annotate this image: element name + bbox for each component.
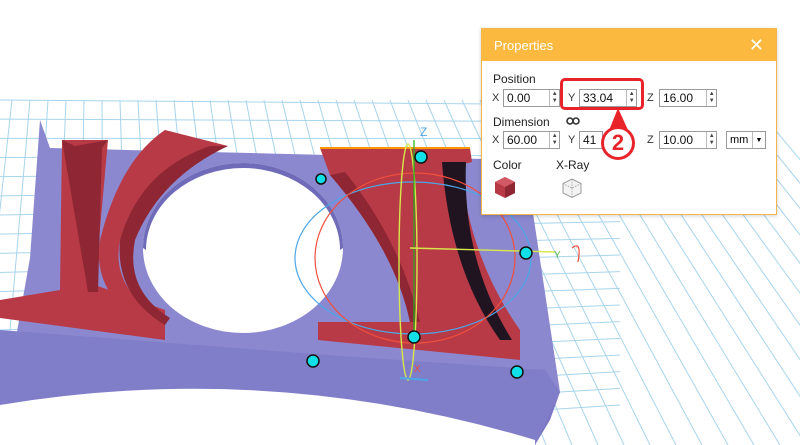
gizmo-y-label: Y xyxy=(554,250,561,261)
position-z-field[interactable]: ▲▼ xyxy=(659,89,717,107)
dimension-z-stepper[interactable]: ▲ ▼ xyxy=(706,132,716,148)
dimension-x-input[interactable] xyxy=(504,132,550,148)
dimension-x-stepper[interactable]: ▲ ▼ xyxy=(549,132,559,148)
gizmo-z-label: Z xyxy=(420,125,427,139)
link-icon[interactable] xyxy=(566,116,580,126)
position-z-stepper[interactable]: ▲ ▼ xyxy=(706,90,716,106)
position-z-input[interactable] xyxy=(660,90,707,106)
xray-label: X-Ray xyxy=(556,158,590,172)
dimension-x-label: X xyxy=(492,134,500,146)
dimension-x-field[interactable]: ▲▼ xyxy=(503,131,560,149)
dimension-z-label: Z xyxy=(647,134,654,146)
dimension-y-field[interactable] xyxy=(579,131,603,149)
dimension-y-input[interactable] xyxy=(580,132,602,148)
close-icon[interactable]: ✕ xyxy=(749,36,764,54)
handle-center xyxy=(407,330,421,344)
position-z-label: Z xyxy=(647,92,654,104)
unit-select[interactable]: mm ▼ xyxy=(726,131,766,149)
position-x-field[interactable]: ▲▼ xyxy=(503,89,560,107)
properties-title: Properties xyxy=(494,37,554,53)
chevron-down-icon: ▼ xyxy=(752,132,765,148)
position-y-highlight xyxy=(560,78,644,110)
unit-select-value: mm xyxy=(730,134,749,146)
handle-top-left xyxy=(315,173,327,185)
dimension-y-label: Y xyxy=(568,134,576,146)
step-badge: 2 xyxy=(601,126,635,160)
dimension-z-input[interactable] xyxy=(660,132,707,148)
position-label: Position xyxy=(493,72,536,86)
dimension-z-field[interactable]: ▲▼ xyxy=(659,131,717,149)
properties-panel: Properties ✕ Position X ▲▼ Y ▲▼ Z ▲▼ Dim… xyxy=(481,28,777,215)
position-x-input[interactable] xyxy=(504,90,550,106)
color-swatch-icon[interactable] xyxy=(493,175,517,199)
handle-bottom-left xyxy=(306,354,320,368)
handle-right xyxy=(519,246,533,260)
properties-header: Properties ✕ xyxy=(482,29,776,61)
gizmo-x-label: X xyxy=(414,364,421,375)
position-x-label: X xyxy=(492,92,500,104)
dimension-label: Dimension xyxy=(493,115,550,129)
position-x-stepper[interactable]: ▲ ▼ xyxy=(549,90,559,106)
handle-bottom-right xyxy=(510,365,524,379)
color-label: Color xyxy=(493,158,522,172)
handle-top xyxy=(414,150,428,164)
xray-cube-icon[interactable] xyxy=(561,177,583,199)
